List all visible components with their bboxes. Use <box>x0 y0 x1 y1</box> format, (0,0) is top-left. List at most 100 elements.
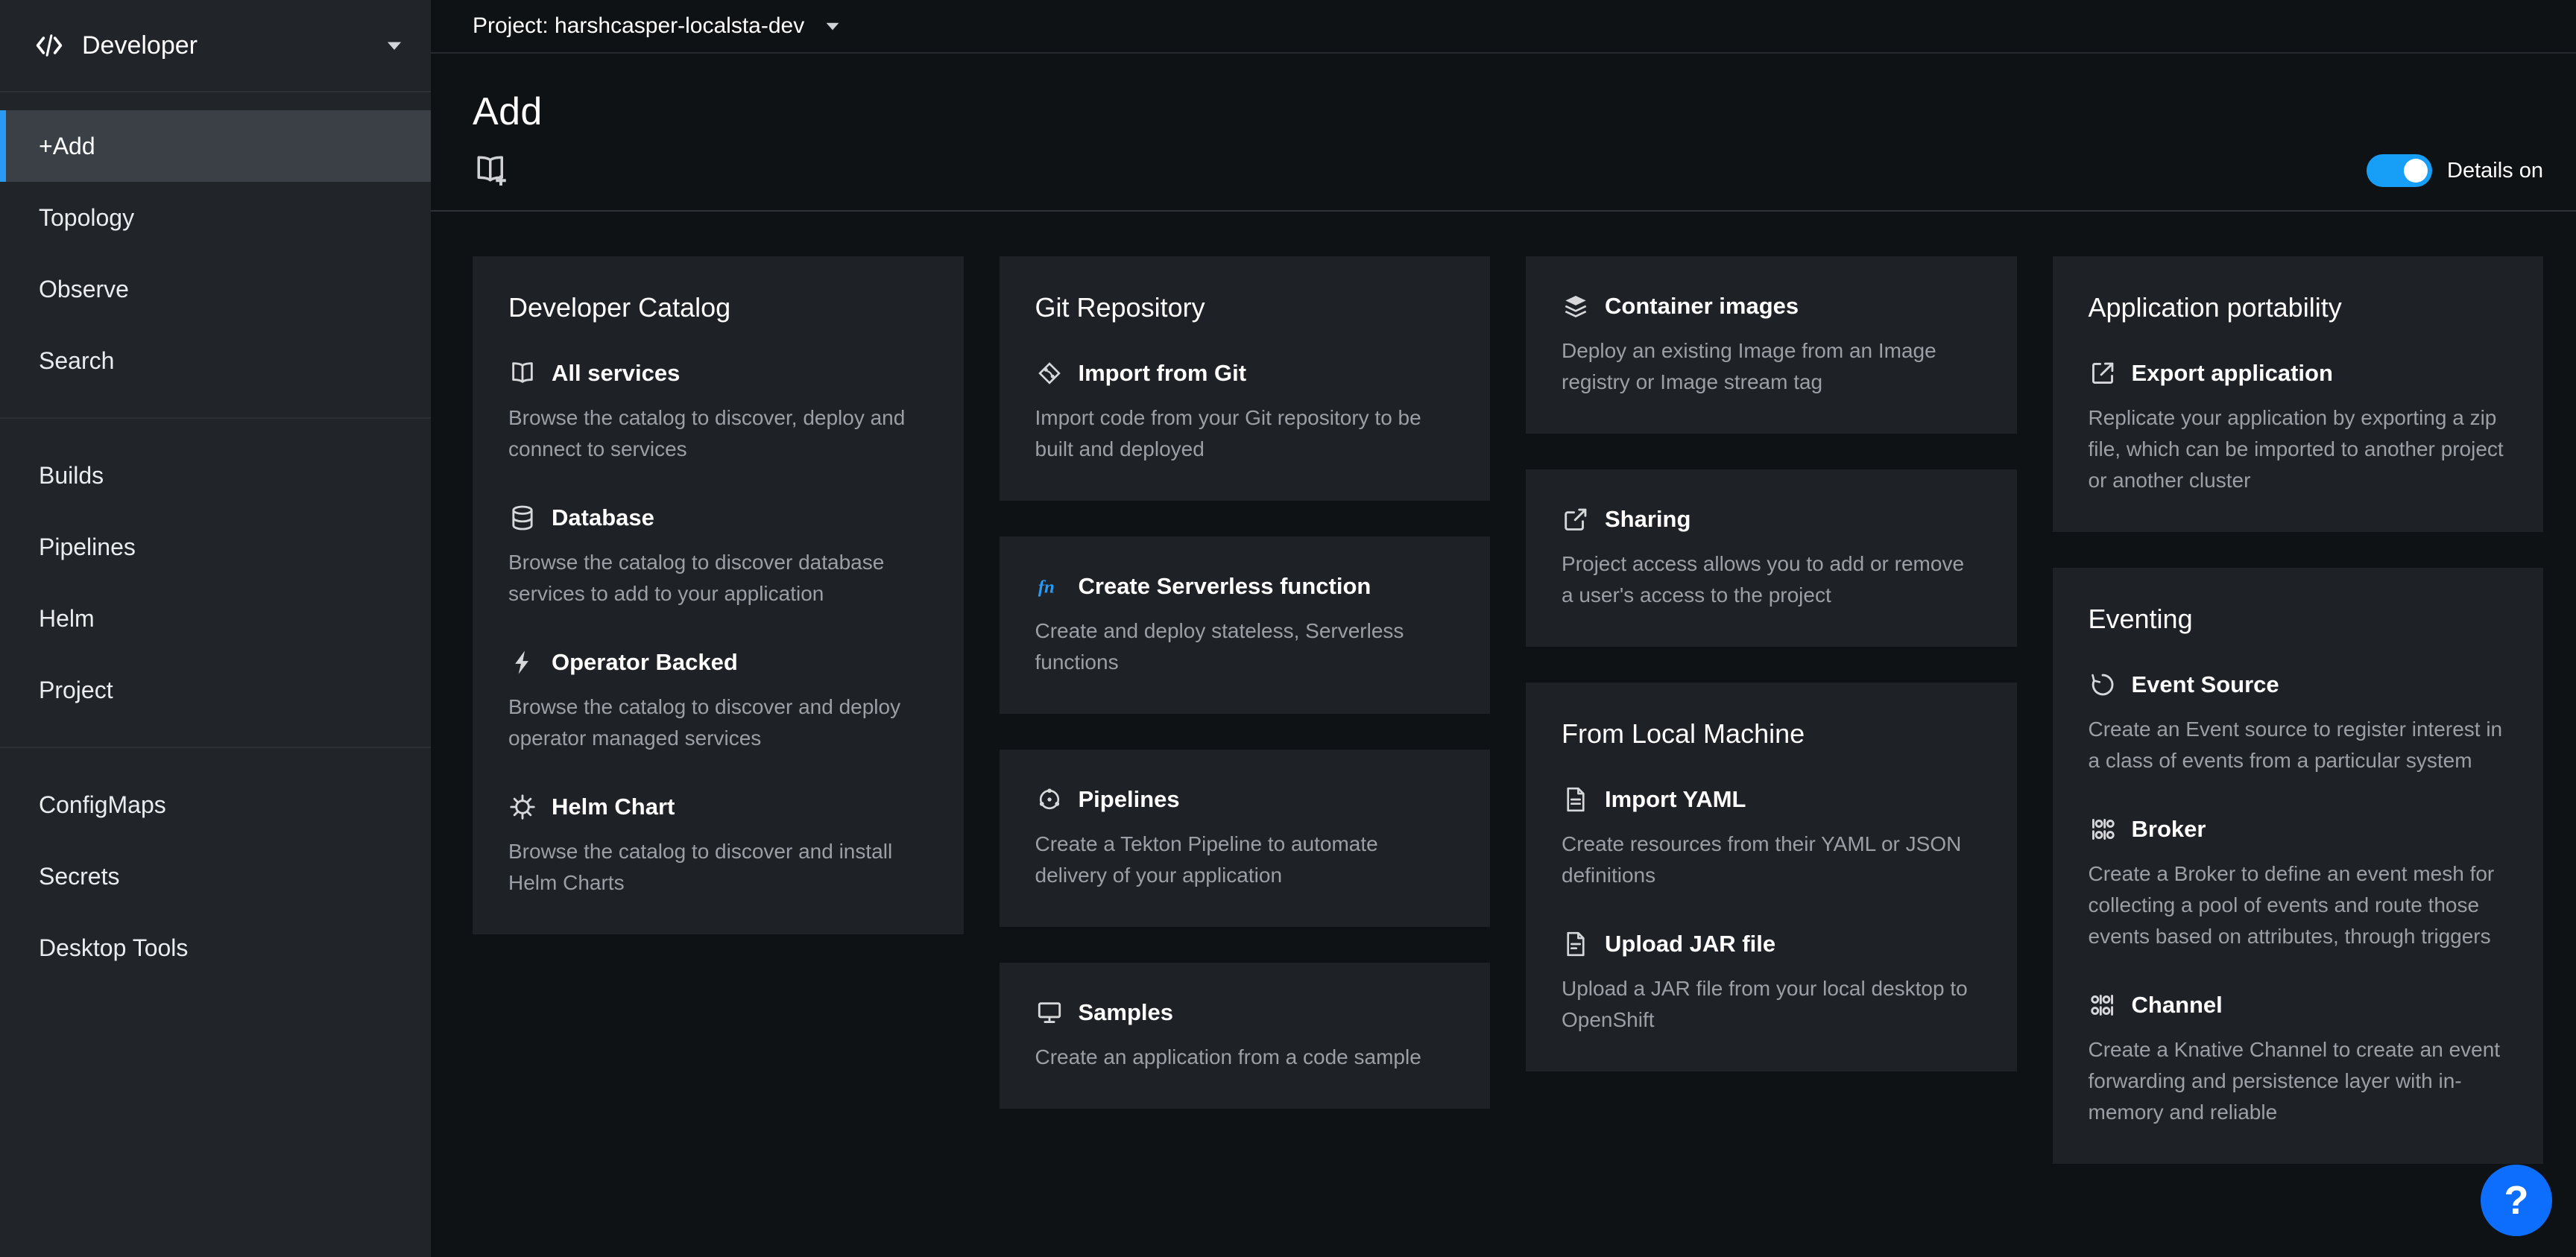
item-head: Broker <box>2089 815 2508 843</box>
action-label: Import YAML <box>1605 786 1746 813</box>
share-icon <box>1562 505 1590 533</box>
add-action-create-serverless-function[interactable]: fn Create Serverless function Create and… <box>1035 572 1455 678</box>
action-label: Container images <box>1605 293 1799 320</box>
action-description: Deploy an existing Image from an Image r… <box>1562 335 1981 398</box>
add-action-samples[interactable]: Samples Create an application from a cod… <box>1035 998 1455 1073</box>
action-description: Create a Broker to define an event mesh … <box>2089 858 2508 952</box>
project-selector[interactable]: Project: harshcasper-localsta-dev <box>473 13 842 39</box>
sidebar-item-project[interactable]: Project <box>0 654 431 726</box>
container-icon <box>1562 292 1590 320</box>
action-label: Sharing <box>1605 506 1690 533</box>
app-root: Developer +Add Topology Observe Search B… <box>0 0 2576 1257</box>
sidebar-item-desktop-tools[interactable]: Desktop Tools <box>0 912 431 984</box>
add-action-broker[interactable]: Broker Create a Broker to define an even… <box>2089 815 2508 952</box>
action-label: Export application <box>2132 360 2333 387</box>
action-label: Event Source <box>2132 671 2279 698</box>
action-label: Create Serverless function <box>1079 573 1371 600</box>
action-description: Upload a JAR file from your local deskto… <box>1562 973 1981 1036</box>
card-git-repository: Git Repository Import from Git Import co… <box>1000 256 1491 501</box>
channel-icon <box>2089 991 2117 1019</box>
action-label: Import from Git <box>1079 360 1247 387</box>
nav-group-3: ConfigMaps Secrets Desktop Tools <box>0 769 431 984</box>
card-title: Application portability <box>2089 292 2508 323</box>
details-toggle-label: Details on <box>2447 159 2543 183</box>
add-action-pipelines[interactable]: Pipelines Create a Tekton Pipeline to au… <box>1035 785 1455 891</box>
item-head: Samples <box>1035 998 1455 1027</box>
add-action-container-images[interactable]: Container images Deploy an existing Imag… <box>1562 292 1981 398</box>
caret-down-icon <box>824 17 842 35</box>
add-action-upload-jar-file[interactable]: Upload JAR file Upload a JAR file from y… <box>1562 930 1981 1036</box>
action-description: Browse the catalog to discover and deplo… <box>508 691 928 754</box>
export-icon <box>2089 359 2117 387</box>
add-action-channel[interactable]: Channel Create a Knative Channel to crea… <box>2089 991 2508 1128</box>
project-selector-label: Project: harshcasper-localsta-dev <box>473 13 804 39</box>
catalog-icon <box>508 359 537 387</box>
add-action-export-application[interactable]: Export application Replicate your applic… <box>2089 359 2508 496</box>
card-title: Git Repository <box>1035 292 1455 323</box>
code-icon <box>33 29 66 62</box>
item-head: Sharing <box>1562 505 1981 533</box>
sidebar-item-topology[interactable]: Topology <box>0 182 431 253</box>
add-action-database[interactable]: Database Browse the catalog to discover … <box>508 504 928 609</box>
item-head: Import YAML <box>1562 785 1981 814</box>
action-label: Pipelines <box>1079 786 1180 813</box>
add-action-event-source[interactable]: Event Source Create an Event source to r… <box>2089 671 2508 776</box>
action-description: Project access allows you to add or remo… <box>1562 548 1981 611</box>
add-action-import-from-git[interactable]: Import from Git Import code from your Gi… <box>1035 359 1455 465</box>
main-area: Project: harshcasper-localsta-dev Add De… <box>431 0 2576 1257</box>
card-eventing: Eventing Event Source Create an Event so… <box>2053 568 2544 1164</box>
card-sharing: Sharing Project access allows you to add… <box>1526 469 2017 647</box>
action-label: Database <box>552 504 654 531</box>
action-label: Channel <box>2132 992 2223 1019</box>
sidebar-item-configmaps[interactable]: ConfigMaps <box>0 769 431 840</box>
pipelines-icon <box>1035 785 1064 814</box>
card-title: From Local Machine <box>1562 718 1981 750</box>
book-plus-icon <box>473 152 510 189</box>
item-head: Container images <box>1562 292 1981 320</box>
perspective-switcher[interactable]: Developer <box>0 0 431 92</box>
card-column: Application portability Export applicati… <box>2053 256 2544 1164</box>
sidebar-item-label: Secrets <box>39 863 119 890</box>
nav-group-1: +Add Topology Observe Search <box>0 110 431 396</box>
item-head: Pipelines <box>1035 785 1455 814</box>
samples-icon <box>1035 998 1064 1027</box>
action-description: Create a Tekton Pipeline to automate del… <box>1035 829 1455 891</box>
sidebar-item-secrets[interactable]: Secrets <box>0 840 431 912</box>
project-bar: Project: harshcasper-localsta-dev <box>431 0 2576 54</box>
jar-file-icon <box>1562 930 1590 958</box>
add-action-import-yaml[interactable]: Import YAML Create resources from their … <box>1562 785 1981 891</box>
add-action-helm-chart[interactable]: Helm Chart Browse the catalog to discove… <box>508 793 928 899</box>
sidebar-item-search[interactable]: Search <box>0 325 431 396</box>
svg-text:fn: fn <box>1038 577 1054 598</box>
item-head: Event Source <box>2089 671 2508 699</box>
sidebar-item-builds[interactable]: Builds <box>0 440 431 511</box>
nav-separator <box>0 747 431 748</box>
sidebar-nav: +Add Topology Observe Search Builds Pipe… <box>0 92 431 984</box>
details-toggle[interactable] <box>2367 154 2432 187</box>
action-description: Create and deploy stateless, Serverless … <box>1035 615 1455 678</box>
action-label: Broker <box>2132 816 2206 843</box>
add-action-operator-backed[interactable]: Operator Backed Browse the catalog to di… <box>508 648 928 754</box>
yaml-file-icon <box>1562 785 1590 814</box>
add-action-sharing[interactable]: Sharing Project access allows you to add… <box>1562 505 1981 611</box>
sidebar-item-label: Observe <box>39 276 129 303</box>
action-description: Create an Event source to register inter… <box>2089 714 2508 776</box>
card-pipelines: Pipelines Create a Tekton Pipeline to au… <box>1000 750 1491 927</box>
card-column: Git Repository Import from Git Import co… <box>1000 256 1491 1109</box>
card-container-images: Container images Deploy an existing Imag… <box>1526 256 2017 434</box>
page-header: Add Details on <box>431 54 2576 212</box>
toggle-knob <box>2404 159 2428 183</box>
sidebar-item-add[interactable]: +Add <box>0 110 431 182</box>
bolt-icon <box>508 648 537 677</box>
event-source-icon <box>2089 671 2117 699</box>
action-description: Browse the catalog to discover, deploy a… <box>508 402 928 465</box>
item-head: Database <box>508 504 928 532</box>
action-label: Helm Chart <box>552 794 675 820</box>
sidebar-item-observe[interactable]: Observe <box>0 253 431 325</box>
card-title: Eventing <box>2089 604 2508 635</box>
sidebar-item-helm[interactable]: Helm <box>0 583 431 654</box>
add-action-all-services[interactable]: All services Browse the catalog to disco… <box>508 359 928 465</box>
item-head: All services <box>508 359 928 387</box>
help-button[interactable]: ? <box>2481 1165 2552 1236</box>
sidebar-item-pipelines[interactable]: Pipelines <box>0 511 431 583</box>
